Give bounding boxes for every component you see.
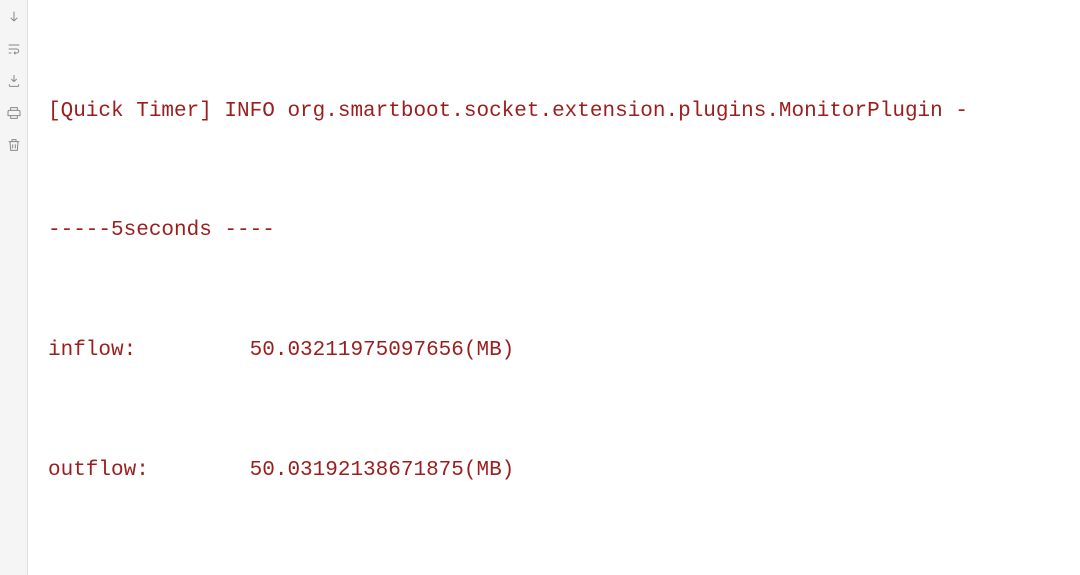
- print-icon[interactable]: [5, 104, 23, 122]
- log-header-line: [Quick Timer] INFO org.smartboot.socket.…: [48, 92, 1068, 132]
- console-output: [Quick Timer] INFO org.smartboot.socket.…: [28, 0, 1080, 575]
- download-icon[interactable]: [5, 72, 23, 90]
- log-interval-line: -----5seconds ----: [48, 211, 1068, 251]
- log-inflow-line: inflow: 50.03211975097656(MB): [48, 331, 1068, 371]
- log-outflow-line: outflow: 50.03192138671875(MB): [48, 451, 1068, 491]
- wrap-icon[interactable]: [5, 40, 23, 58]
- arrow-down-icon[interactable]: [5, 8, 23, 26]
- trash-icon[interactable]: [5, 136, 23, 154]
- log-process-fail-line: process fail: 0: [48, 570, 1068, 575]
- sidebar-toolbar: [0, 0, 28, 575]
